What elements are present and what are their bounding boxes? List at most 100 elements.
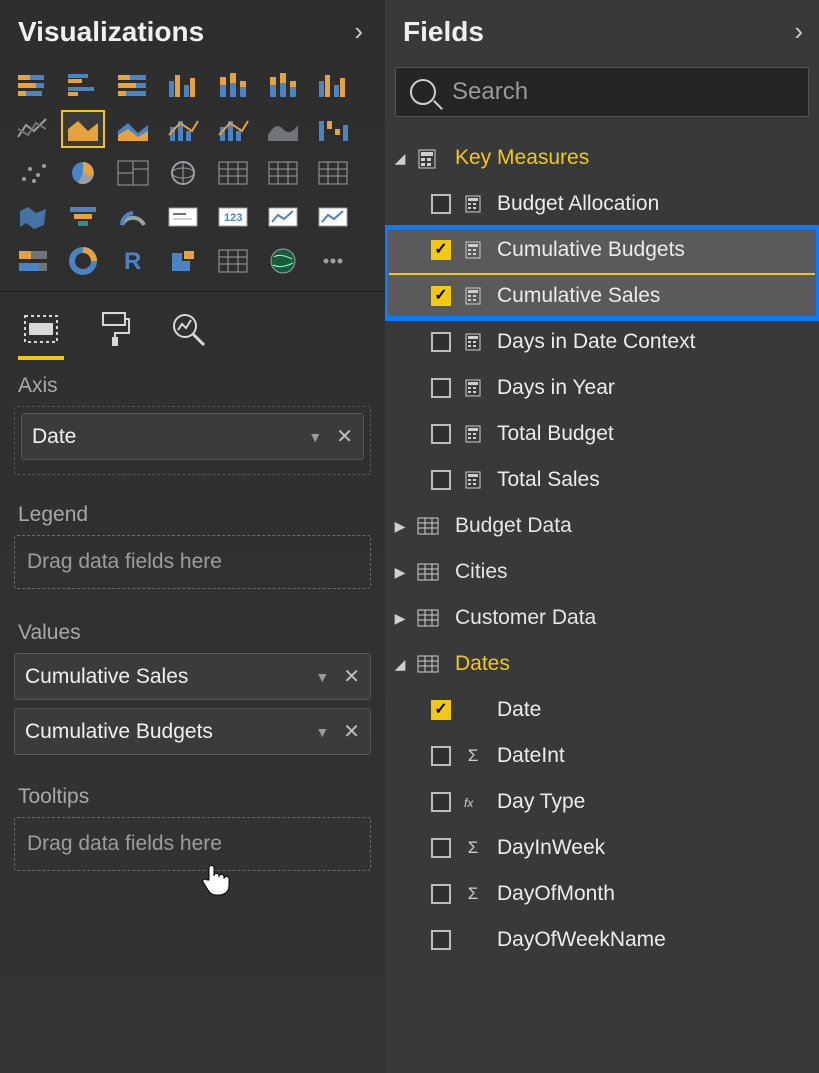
viz-icon-stacked-column[interactable] bbox=[212, 67, 254, 103]
field-date[interactable]: Date bbox=[385, 687, 819, 733]
legend-well[interactable]: Drag data fields here bbox=[14, 535, 371, 589]
checkbox[interactable] bbox=[431, 378, 451, 398]
field-total-sales[interactable]: Total Sales bbox=[385, 457, 819, 503]
viz-icon-stacked-column-100[interactable] bbox=[262, 67, 304, 103]
viz-icon-kpi-2[interactable] bbox=[312, 199, 354, 235]
viz-icon-gauge[interactable] bbox=[112, 199, 154, 235]
tree-group-budget-data[interactable]: ▶Budget Data bbox=[385, 503, 819, 549]
expand-icon[interactable]: ▶ bbox=[393, 610, 407, 627]
values-well[interactable]: Cumulative Sales ▼ ✕ Cumulative Budgets … bbox=[0, 653, 385, 763]
checkbox[interactable] bbox=[431, 240, 451, 260]
values-field-cumulative-budgets[interactable]: Cumulative Budgets ▼ ✕ bbox=[14, 708, 371, 755]
viz-icon-funnel[interactable] bbox=[62, 199, 104, 235]
tooltips-well[interactable]: Drag data fields here bbox=[14, 817, 371, 871]
measure-icon bbox=[463, 425, 483, 443]
field-budget-allocation[interactable]: Budget Allocation bbox=[385, 181, 819, 227]
axis-well[interactable]: Date ▼ ✕ bbox=[14, 406, 371, 475]
checkbox[interactable] bbox=[431, 424, 451, 444]
viz-icon-area[interactable] bbox=[62, 111, 104, 147]
remove-icon[interactable]: ✕ bbox=[343, 664, 360, 689]
field-dayofmonth[interactable]: ΣDayOfMonth bbox=[385, 871, 819, 917]
field-cumulative-budgets[interactable]: Cumulative Budgets bbox=[385, 227, 819, 273]
checkbox[interactable] bbox=[431, 332, 451, 352]
viz-icon-stacked-area[interactable] bbox=[112, 111, 154, 147]
checkbox[interactable] bbox=[431, 930, 451, 950]
visualizations-panel: Visualizations › 123R Axis Date ▼ ✕ Lege… bbox=[0, 0, 385, 1073]
viz-icon-shape-map[interactable] bbox=[162, 243, 204, 279]
viz-icon-kpi[interactable] bbox=[262, 199, 304, 235]
viz-icon-slicer[interactable] bbox=[12, 243, 54, 279]
viz-icon-ribbon[interactable] bbox=[262, 111, 304, 147]
viz-icon-stacked-bar[interactable] bbox=[12, 67, 54, 103]
viz-icon-line-clustered[interactable] bbox=[162, 111, 204, 147]
collapse-icon[interactable]: ◢ bbox=[393, 150, 407, 167]
dropdown-icon[interactable]: ▼ bbox=[315, 669, 329, 685]
viz-icon-card[interactable] bbox=[162, 199, 204, 235]
field-days-in-date-context[interactable]: Days in Date Context bbox=[385, 319, 819, 365]
viz-icon-table-3[interactable] bbox=[212, 243, 254, 279]
viz-icon-treemap[interactable] bbox=[112, 155, 154, 191]
tree-group-customer-data[interactable]: ▶Customer Data bbox=[385, 595, 819, 641]
viz-icon-donut[interactable] bbox=[62, 243, 104, 279]
viz-icon-filled-map[interactable] bbox=[12, 199, 54, 235]
checkbox[interactable] bbox=[431, 286, 451, 306]
axis-field-date[interactable]: Date ▼ ✕ bbox=[21, 413, 364, 460]
tree-group-dates[interactable]: ◢Dates bbox=[385, 641, 819, 687]
viz-icon-pie[interactable] bbox=[62, 155, 104, 191]
viz-icon-scatter[interactable] bbox=[12, 155, 54, 191]
highlighted-fields-box: Cumulative BudgetsCumulative Sales bbox=[385, 227, 819, 319]
values-field-cumulative-sales[interactable]: Cumulative Sales ▼ ✕ bbox=[14, 653, 371, 700]
field-cumulative-sales[interactable]: Cumulative Sales bbox=[385, 273, 819, 319]
field-dayinweek[interactable]: ΣDayInWeek bbox=[385, 825, 819, 871]
viz-icon-stacked-bar-100[interactable] bbox=[112, 67, 154, 103]
checkbox[interactable] bbox=[431, 194, 451, 214]
dropdown-icon[interactable]: ▼ bbox=[308, 429, 322, 445]
fields-header: Fields › bbox=[385, 0, 819, 67]
fields-tree: ◢Key MeasuresBudget AllocationCumulative… bbox=[385, 135, 819, 1073]
format-tab[interactable] bbox=[92, 306, 138, 352]
viz-icon-table-2[interactable] bbox=[312, 155, 354, 191]
tree-group-cities[interactable]: ▶Cities bbox=[385, 549, 819, 595]
search-box[interactable] bbox=[395, 67, 809, 117]
fields-tab[interactable] bbox=[18, 306, 64, 352]
dropdown-icon[interactable]: ▼ bbox=[315, 724, 329, 740]
viz-icon-clustered-column[interactable] bbox=[162, 67, 204, 103]
viz-icon-clustered-column-2[interactable] bbox=[312, 67, 354, 103]
remove-icon[interactable]: ✕ bbox=[343, 719, 360, 744]
viz-icon-r-visual[interactable]: R bbox=[112, 243, 154, 279]
field-dateint[interactable]: ΣDateInt bbox=[385, 733, 819, 779]
viz-icon-waterfall[interactable] bbox=[312, 111, 354, 147]
remove-icon[interactable]: ✕ bbox=[336, 424, 353, 449]
field-days-in-year[interactable]: Days in Year bbox=[385, 365, 819, 411]
axis-field-date-label: Date bbox=[32, 425, 308, 449]
search-icon bbox=[410, 79, 436, 105]
viz-icon-line-stacked[interactable] bbox=[212, 111, 254, 147]
collapse-viz-icon[interactable]: › bbox=[350, 14, 367, 49]
checkbox[interactable] bbox=[431, 838, 451, 858]
checkbox[interactable] bbox=[431, 746, 451, 766]
analytics-tab[interactable] bbox=[166, 306, 212, 352]
collapse-fields-icon[interactable]: › bbox=[790, 14, 807, 49]
checkbox[interactable] bbox=[431, 700, 451, 720]
checkbox[interactable] bbox=[431, 792, 451, 812]
viz-icon-line[interactable] bbox=[12, 111, 54, 147]
field-total-budget[interactable]: Total Budget bbox=[385, 411, 819, 457]
viz-icon-multi-card[interactable]: 123 bbox=[212, 199, 254, 235]
viz-icon-clustered-bar[interactable] bbox=[62, 67, 104, 103]
search-input[interactable] bbox=[452, 78, 794, 106]
expand-icon[interactable]: ▶ bbox=[393, 518, 407, 535]
viz-icon-donut-globe[interactable] bbox=[162, 155, 204, 191]
collapse-icon[interactable]: ◢ bbox=[393, 656, 407, 673]
expand-icon[interactable]: ▶ bbox=[393, 564, 407, 581]
field-label: DayOfMonth bbox=[497, 882, 615, 906]
values-field-label-0: Cumulative Sales bbox=[25, 665, 315, 689]
viz-icon-table[interactable] bbox=[262, 155, 304, 191]
field-dayofweekname[interactable]: DayOfWeekName bbox=[385, 917, 819, 963]
viz-icon-arcgis[interactable] bbox=[262, 243, 304, 279]
checkbox[interactable] bbox=[431, 470, 451, 490]
field-day-type[interactable]: fxDay Type bbox=[385, 779, 819, 825]
viz-icon-more[interactable] bbox=[312, 243, 354, 279]
tree-group-key-measures[interactable]: ◢Key Measures bbox=[385, 135, 819, 181]
viz-icon-matrix[interactable] bbox=[212, 155, 254, 191]
checkbox[interactable] bbox=[431, 884, 451, 904]
